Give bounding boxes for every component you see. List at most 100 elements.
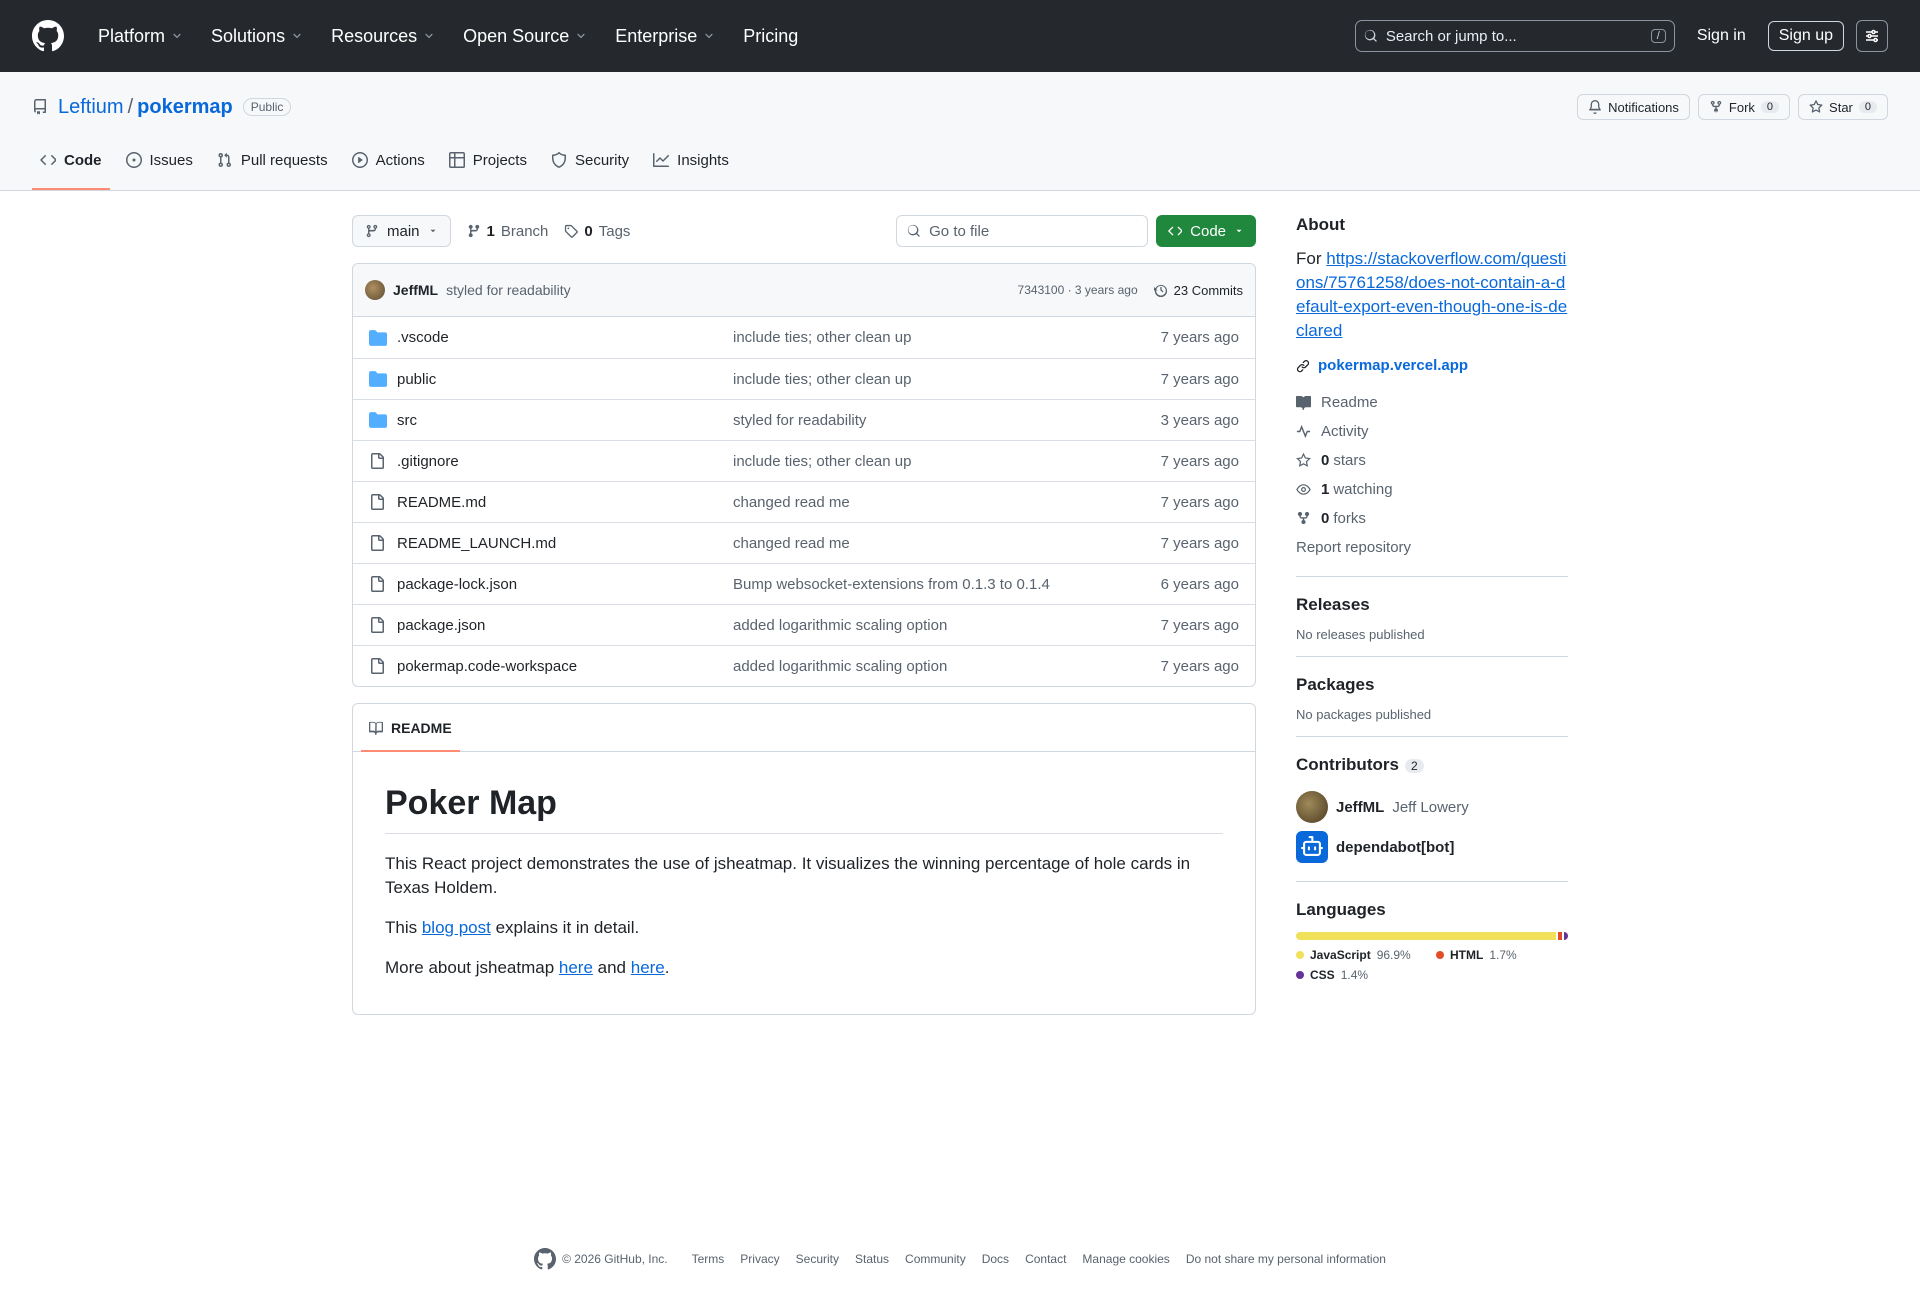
file-commit-message-link[interactable]: changed read me xyxy=(733,535,1161,552)
github-logo-icon[interactable] xyxy=(534,1248,557,1270)
stars-link[interactable]: 0 stars xyxy=(1296,446,1568,475)
nav-solutions[interactable]: Solutions xyxy=(201,20,313,53)
branch-selector[interactable]: main xyxy=(352,215,451,247)
file-commit-age: 7 years ago xyxy=(1160,329,1239,346)
file-name-link[interactable]: package.json xyxy=(397,617,733,634)
homepage-link[interactable]: pokermap.vercel.app xyxy=(1296,357,1568,374)
nav-open-source[interactable]: Open Source xyxy=(453,20,597,53)
file-commit-message-link[interactable]: Bump websocket-extensions from 0.1.3 to … xyxy=(733,576,1161,593)
file-commit-message-link[interactable]: added logarithmic scaling option xyxy=(733,658,1161,675)
file-commit-message-link[interactable]: changed read me xyxy=(733,494,1161,511)
file-icon-wrap xyxy=(369,453,387,469)
file-name-link[interactable]: src xyxy=(397,412,733,429)
folder-icon xyxy=(369,329,387,346)
readme-tab[interactable]: README xyxy=(361,704,460,752)
watchers-link[interactable]: 1 watching xyxy=(1296,475,1568,504)
star-button[interactable]: Star 0 xyxy=(1798,94,1888,120)
commit-author-link[interactable]: JeffML xyxy=(393,282,438,298)
file-name-link[interactable]: README_LAUNCH.md xyxy=(397,535,733,552)
footer-link-security[interactable]: Security xyxy=(796,1252,839,1266)
footer-link-status[interactable]: Status xyxy=(855,1252,889,1266)
releases-heading[interactable]: Releases xyxy=(1296,595,1568,615)
branches-link[interactable]: 1 Branch xyxy=(467,223,548,240)
language-list: JavaScript 96.9% HTML 1.7% CSS 1.4% xyxy=(1296,948,1568,982)
file-commit-message-link[interactable]: styled for readability xyxy=(733,412,1161,429)
sign-in-link[interactable]: Sign in xyxy=(1687,21,1756,51)
settings-menu-button[interactable] xyxy=(1856,20,1888,52)
tab-issues[interactable]: Issues xyxy=(118,130,201,190)
nav-enterprise[interactable]: Enterprise xyxy=(605,20,725,53)
footer-link-contact[interactable]: Contact xyxy=(1025,1252,1066,1266)
github-logo-icon[interactable] xyxy=(32,20,64,52)
tab-pull-requests[interactable]: Pull requests xyxy=(209,130,336,190)
file-name-link[interactable]: .gitignore xyxy=(397,453,733,470)
tab-projects[interactable]: Projects xyxy=(441,130,535,190)
watching-label: watching xyxy=(1333,481,1393,498)
file-commit-message-link[interactable]: added logarithmic scaling option xyxy=(733,617,1161,634)
readme-text: and xyxy=(592,958,631,977)
footer-link-terms[interactable]: Terms xyxy=(692,1252,725,1266)
contributors-count: 2 xyxy=(1404,759,1424,773)
search-input[interactable]: Search or jump to... / xyxy=(1354,20,1675,52)
code-button[interactable]: Code xyxy=(1156,215,1256,247)
footer-link-community[interactable]: Community xyxy=(905,1252,966,1266)
activity-link[interactable]: Activity xyxy=(1296,417,1568,446)
readme-link[interactable]: Readme xyxy=(1296,388,1568,417)
commit-message-link[interactable]: styled for readability xyxy=(446,282,571,298)
here-link-1[interactable]: here xyxy=(559,958,593,977)
footer-link-privacy[interactable]: Privacy xyxy=(740,1252,779,1266)
sign-up-button[interactable]: Sign up xyxy=(1767,21,1844,51)
file-name-link[interactable]: public xyxy=(397,371,733,388)
nav-pricing[interactable]: Pricing xyxy=(733,20,808,53)
repo-name-link[interactable]: pokermap xyxy=(137,96,233,119)
fork-button[interactable]: Fork 0 xyxy=(1697,94,1791,120)
contributors-heading[interactable]: Contributors 2 xyxy=(1296,755,1568,775)
about-stackoverflow-link[interactable]: https://stackoverflow.com/questions/7576… xyxy=(1296,249,1567,340)
here-link-2[interactable]: here xyxy=(631,958,665,977)
contributor-item[interactable]: JeffML Jeff Lowery xyxy=(1296,787,1568,827)
file-row: src styled for readability 3 years ago xyxy=(353,399,1255,440)
blog-post-link[interactable]: blog post xyxy=(422,918,491,937)
file-name-link[interactable]: pokermap.code-workspace xyxy=(397,658,733,675)
file-name-link[interactable]: README.md xyxy=(397,494,733,511)
contributor-item[interactable]: dependabot[bot] xyxy=(1296,827,1568,867)
avatar[interactable] xyxy=(365,280,385,300)
file-row: public include ties; other clean up 7 year… xyxy=(353,358,1255,399)
footer-link-manage-cookies[interactable]: Manage cookies xyxy=(1082,1252,1169,1266)
tab-code[interactable]: Code xyxy=(32,130,110,190)
tab-insights[interactable]: Insights xyxy=(645,130,737,190)
tags-link[interactable]: 0 Tags xyxy=(564,223,630,240)
tab-label: Code xyxy=(64,151,102,169)
file-name-link[interactable]: package-lock.json xyxy=(397,576,733,593)
contributor-login: dependabot[bot] xyxy=(1336,838,1455,856)
language-item[interactable]: HTML 1.7% xyxy=(1436,948,1556,962)
folder-icon xyxy=(369,371,387,387)
report-repository-link[interactable]: Report repository xyxy=(1296,533,1568,562)
file-commit-message-link[interactable]: include ties; other clean up xyxy=(733,329,1161,346)
file-row: package-lock.json Bump websocket-extensio… xyxy=(353,563,1255,604)
contributors-heading-label: Contributors xyxy=(1296,755,1399,774)
go-to-file-input[interactable]: Go to file xyxy=(896,215,1149,247)
forks-link[interactable]: 0 forks xyxy=(1296,504,1568,533)
footer-link-docs[interactable]: Docs xyxy=(982,1252,1009,1266)
packages-heading[interactable]: Packages xyxy=(1296,675,1568,695)
code-icon xyxy=(1168,226,1183,236)
file-name-link[interactable]: .vscode xyxy=(397,329,733,346)
tab-actions[interactable]: Actions xyxy=(344,130,433,190)
about-heading: About xyxy=(1296,215,1346,234)
nav-platform[interactable]: Platform xyxy=(88,20,193,53)
file-commit-message-link[interactable]: include ties; other clean up xyxy=(733,453,1161,470)
language-item[interactable]: JavaScript 96.9% xyxy=(1296,948,1416,962)
footer-link-do-not-share-my-personal-information[interactable]: Do not share my personal information xyxy=(1186,1252,1386,1266)
file-commit-message-link[interactable]: include ties; other clean up xyxy=(733,371,1161,388)
commit-hash-and-time[interactable]: 7343100 · 3 years ago xyxy=(1018,283,1138,297)
repo-owner-link[interactable]: Leftium xyxy=(58,96,124,119)
notifications-label: Notifications xyxy=(1608,99,1679,115)
nav-resources[interactable]: Resources xyxy=(321,20,445,53)
code-button-label: Code xyxy=(1190,222,1226,240)
notifications-button[interactable]: Notifications xyxy=(1577,94,1690,120)
language-item[interactable]: CSS 1.4% xyxy=(1296,968,1416,982)
nav-label: Resources xyxy=(331,25,418,46)
tab-security[interactable]: Security xyxy=(543,130,637,190)
commits-history-link[interactable]: 23 Commits xyxy=(1153,283,1243,298)
